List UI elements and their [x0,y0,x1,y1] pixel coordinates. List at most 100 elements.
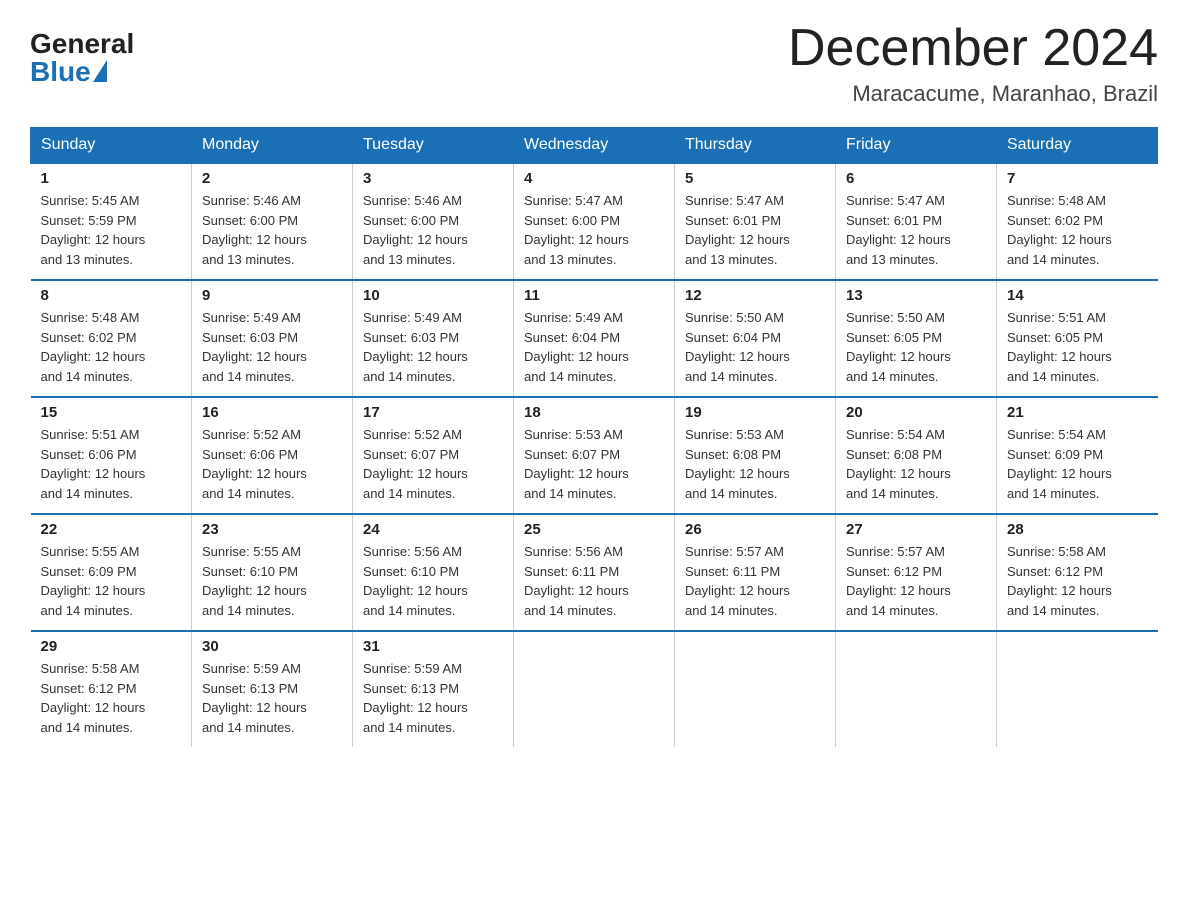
day-info: Sunrise: 5:45 AMSunset: 5:59 PMDaylight:… [41,191,182,269]
day-number: 22 [41,521,182,538]
day-info: Sunrise: 5:56 AMSunset: 6:10 PMDaylight:… [363,542,503,620]
day-number: 20 [846,404,986,421]
day-info: Sunrise: 5:50 AMSunset: 6:05 PMDaylight:… [846,308,986,386]
day-number: 5 [685,170,825,187]
calendar-cell [514,631,675,747]
calendar-cell: 26 Sunrise: 5:57 AMSunset: 6:11 PMDaylig… [675,514,836,631]
day-number: 8 [41,287,182,304]
calendar-cell: 25 Sunrise: 5:56 AMSunset: 6:11 PMDaylig… [514,514,675,631]
day-info: Sunrise: 5:57 AMSunset: 6:11 PMDaylight:… [685,542,825,620]
day-info: Sunrise: 5:47 AMSunset: 6:00 PMDaylight:… [524,191,664,269]
day-info: Sunrise: 5:55 AMSunset: 6:09 PMDaylight:… [41,542,182,620]
day-info: Sunrise: 5:54 AMSunset: 6:09 PMDaylight:… [1007,425,1148,503]
day-info: Sunrise: 5:49 AMSunset: 6:03 PMDaylight:… [363,308,503,386]
day-number: 28 [1007,521,1148,538]
calendar-header-monday: Monday [192,128,353,164]
calendar-cell: 31 Sunrise: 5:59 AMSunset: 6:13 PMDaylig… [353,631,514,747]
day-info: Sunrise: 5:50 AMSunset: 6:04 PMDaylight:… [685,308,825,386]
calendar-week-row: 15 Sunrise: 5:51 AMSunset: 6:06 PMDaylig… [31,397,1158,514]
calendar-table: SundayMondayTuesdayWednesdayThursdayFrid… [30,127,1158,747]
day-number: 14 [1007,287,1148,304]
logo-general-text: General [30,30,134,58]
calendar-cell: 1 Sunrise: 5:45 AMSunset: 5:59 PMDayligh… [31,163,192,280]
calendar-cell [997,631,1158,747]
calendar-cell: 15 Sunrise: 5:51 AMSunset: 6:06 PMDaylig… [31,397,192,514]
calendar-header-wednesday: Wednesday [514,128,675,164]
day-info: Sunrise: 5:51 AMSunset: 6:05 PMDaylight:… [1007,308,1148,386]
day-info: Sunrise: 5:48 AMSunset: 6:02 PMDaylight:… [1007,191,1148,269]
calendar-cell: 13 Sunrise: 5:50 AMSunset: 6:05 PMDaylig… [836,280,997,397]
calendar-header-saturday: Saturday [997,128,1158,164]
calendar-cell: 8 Sunrise: 5:48 AMSunset: 6:02 PMDayligh… [31,280,192,397]
calendar-cell: 10 Sunrise: 5:49 AMSunset: 6:03 PMDaylig… [353,280,514,397]
calendar-cell: 23 Sunrise: 5:55 AMSunset: 6:10 PMDaylig… [192,514,353,631]
day-number: 26 [685,521,825,538]
calendar-cell: 21 Sunrise: 5:54 AMSunset: 6:09 PMDaylig… [997,397,1158,514]
calendar-cell: 2 Sunrise: 5:46 AMSunset: 6:00 PMDayligh… [192,163,353,280]
day-info: Sunrise: 5:58 AMSunset: 6:12 PMDaylight:… [41,659,182,737]
calendar-cell: 12 Sunrise: 5:50 AMSunset: 6:04 PMDaylig… [675,280,836,397]
day-number: 16 [202,404,342,421]
calendar-cell: 27 Sunrise: 5:57 AMSunset: 6:12 PMDaylig… [836,514,997,631]
day-number: 12 [685,287,825,304]
day-number: 23 [202,521,342,538]
calendar-week-row: 22 Sunrise: 5:55 AMSunset: 6:09 PMDaylig… [31,514,1158,631]
logo-triangle-icon [93,60,107,82]
logo-blue-text: Blue [30,58,107,86]
calendar-cell: 17 Sunrise: 5:52 AMSunset: 6:07 PMDaylig… [353,397,514,514]
location-text: Maracacume, Maranhao, Brazil [788,81,1158,107]
calendar-header-row: SundayMondayTuesdayWednesdayThursdayFrid… [31,128,1158,164]
calendar-week-row: 8 Sunrise: 5:48 AMSunset: 6:02 PMDayligh… [31,280,1158,397]
calendar-cell: 14 Sunrise: 5:51 AMSunset: 6:05 PMDaylig… [997,280,1158,397]
calendar-cell: 18 Sunrise: 5:53 AMSunset: 6:07 PMDaylig… [514,397,675,514]
calendar-week-row: 1 Sunrise: 5:45 AMSunset: 5:59 PMDayligh… [31,163,1158,280]
day-number: 24 [363,521,503,538]
day-info: Sunrise: 5:53 AMSunset: 6:07 PMDaylight:… [524,425,664,503]
day-info: Sunrise: 5:49 AMSunset: 6:03 PMDaylight:… [202,308,342,386]
day-number: 19 [685,404,825,421]
day-info: Sunrise: 5:59 AMSunset: 6:13 PMDaylight:… [202,659,342,737]
day-info: Sunrise: 5:53 AMSunset: 6:08 PMDaylight:… [685,425,825,503]
day-number: 30 [202,638,342,655]
calendar-cell: 9 Sunrise: 5:49 AMSunset: 6:03 PMDayligh… [192,280,353,397]
day-info: Sunrise: 5:54 AMSunset: 6:08 PMDaylight:… [846,425,986,503]
day-info: Sunrise: 5:47 AMSunset: 6:01 PMDaylight:… [685,191,825,269]
day-info: Sunrise: 5:46 AMSunset: 6:00 PMDaylight:… [202,191,342,269]
day-number: 4 [524,170,664,187]
title-section: December 2024 Maracacume, Maranhao, Braz… [788,20,1158,107]
day-number: 13 [846,287,986,304]
day-number: 2 [202,170,342,187]
calendar-week-row: 29 Sunrise: 5:58 AMSunset: 6:12 PMDaylig… [31,631,1158,747]
day-info: Sunrise: 5:47 AMSunset: 6:01 PMDaylight:… [846,191,986,269]
day-number: 11 [524,287,664,304]
day-info: Sunrise: 5:56 AMSunset: 6:11 PMDaylight:… [524,542,664,620]
day-info: Sunrise: 5:52 AMSunset: 6:06 PMDaylight:… [202,425,342,503]
calendar-cell: 19 Sunrise: 5:53 AMSunset: 6:08 PMDaylig… [675,397,836,514]
calendar-cell: 11 Sunrise: 5:49 AMSunset: 6:04 PMDaylig… [514,280,675,397]
day-info: Sunrise: 5:51 AMSunset: 6:06 PMDaylight:… [41,425,182,503]
day-info: Sunrise: 5:48 AMSunset: 6:02 PMDaylight:… [41,308,182,386]
calendar-cell: 30 Sunrise: 5:59 AMSunset: 6:13 PMDaylig… [192,631,353,747]
day-number: 3 [363,170,503,187]
day-number: 27 [846,521,986,538]
calendar-header-friday: Friday [836,128,997,164]
logo: General Blue [30,20,134,86]
calendar-header-sunday: Sunday [31,128,192,164]
calendar-cell: 4 Sunrise: 5:47 AMSunset: 6:00 PMDayligh… [514,163,675,280]
day-number: 1 [41,170,182,187]
calendar-cell: 16 Sunrise: 5:52 AMSunset: 6:06 PMDaylig… [192,397,353,514]
day-number: 25 [524,521,664,538]
calendar-cell: 24 Sunrise: 5:56 AMSunset: 6:10 PMDaylig… [353,514,514,631]
day-number: 7 [1007,170,1148,187]
month-title: December 2024 [788,20,1158,77]
day-number: 15 [41,404,182,421]
calendar-cell: 7 Sunrise: 5:48 AMSunset: 6:02 PMDayligh… [997,163,1158,280]
calendar-cell: 3 Sunrise: 5:46 AMSunset: 6:00 PMDayligh… [353,163,514,280]
calendar-header-thursday: Thursday [675,128,836,164]
calendar-cell [836,631,997,747]
day-number: 9 [202,287,342,304]
page-header: General Blue December 2024 Maracacume, M… [30,20,1158,107]
day-info: Sunrise: 5:52 AMSunset: 6:07 PMDaylight:… [363,425,503,503]
calendar-cell: 6 Sunrise: 5:47 AMSunset: 6:01 PMDayligh… [836,163,997,280]
day-info: Sunrise: 5:58 AMSunset: 6:12 PMDaylight:… [1007,542,1148,620]
